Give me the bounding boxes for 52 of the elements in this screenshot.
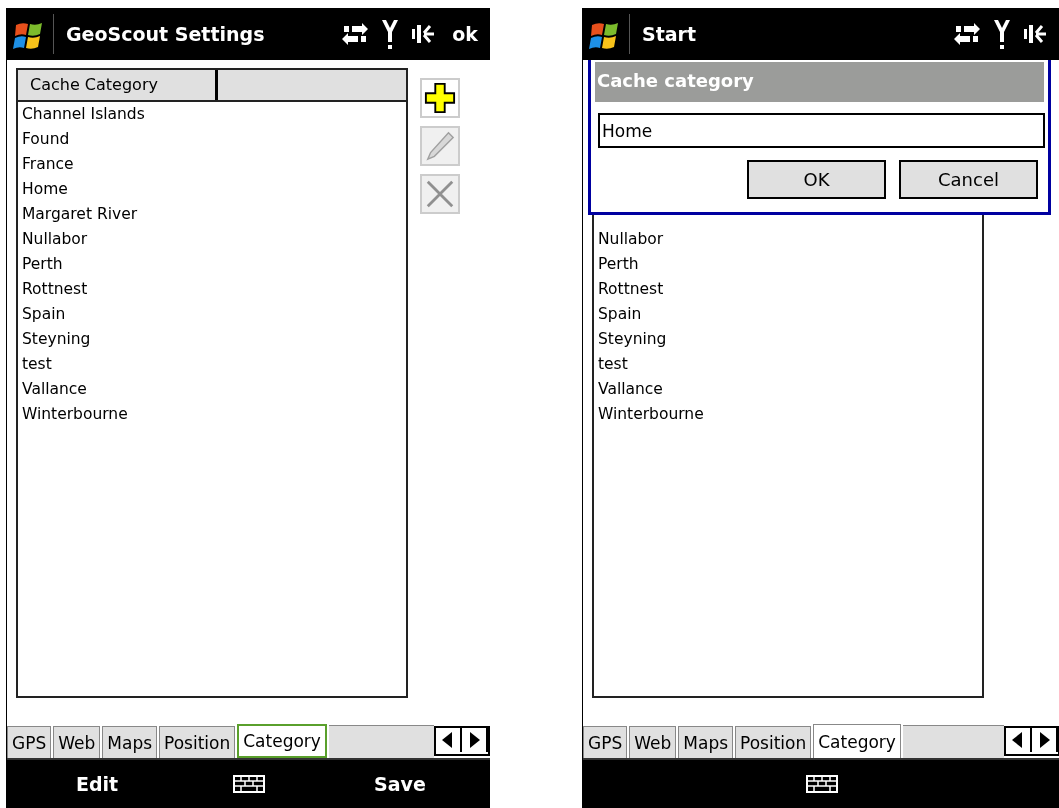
list-item[interactable]: Found bbox=[18, 127, 406, 152]
edit-softkey[interactable]: Edit bbox=[69, 772, 125, 796]
tab[interactable]: GPS bbox=[7, 726, 52, 758]
signal-antenna-icon bbox=[382, 19, 399, 49]
list-item[interactable]: Spain bbox=[594, 302, 982, 327]
plus-icon bbox=[424, 81, 456, 115]
list-item[interactable]: Rottnest bbox=[18, 277, 406, 302]
tab[interactable]: Category bbox=[237, 724, 327, 758]
list-item[interactable]: Nullabor bbox=[594, 227, 982, 252]
keyboard-icon[interactable] bbox=[232, 775, 265, 793]
tab[interactable]: GPS bbox=[583, 726, 628, 758]
sync-arrows-icon bbox=[954, 23, 980, 45]
text-input-field[interactable]: Home bbox=[598, 113, 1045, 148]
list-item[interactable]: Home bbox=[18, 177, 406, 202]
list-item[interactable]: test bbox=[18, 352, 406, 377]
speaker-icon bbox=[412, 22, 435, 46]
list-item[interactable]: Vallance bbox=[594, 377, 982, 402]
list-item[interactable]: France bbox=[18, 152, 406, 177]
list-item[interactable]: Rottnest bbox=[594, 277, 982, 302]
dialog-title: Cache category bbox=[595, 62, 1044, 102]
tab[interactable]: Position bbox=[735, 726, 812, 758]
list-item[interactable]: Winterbourne bbox=[594, 402, 982, 427]
window-title: GeoScout Settings bbox=[53, 14, 343, 54]
tab[interactable]: Maps bbox=[102, 726, 158, 758]
dialog-button[interactable]: OK bbox=[747, 160, 886, 199]
tab[interactable]: Position bbox=[159, 726, 236, 758]
signal-antenna-icon bbox=[994, 19, 1010, 49]
list-item[interactable]: Perth bbox=[594, 252, 982, 277]
list-item[interactable]: Channel Islands bbox=[18, 102, 406, 127]
ok-button[interactable]: ok bbox=[448, 23, 490, 45]
list-item[interactable]: test bbox=[594, 352, 982, 377]
list-item[interactable]: Perth bbox=[18, 252, 406, 277]
pencil-icon bbox=[424, 129, 456, 163]
tab[interactable]: Web bbox=[53, 726, 101, 758]
column-header[interactable]: Cache Category bbox=[18, 70, 218, 100]
list-item[interactable]: Nullabor bbox=[18, 227, 406, 252]
sync-arrows-icon bbox=[342, 23, 369, 45]
list-item[interactable]: Steyning bbox=[18, 327, 406, 352]
list-item[interactable]: Winterbourne bbox=[18, 402, 406, 427]
tab[interactable]: Web bbox=[629, 726, 677, 758]
list-item[interactable]: Steyning bbox=[594, 327, 982, 352]
speaker-icon bbox=[1024, 22, 1046, 46]
save-softkey[interactable]: Save bbox=[368, 772, 432, 796]
window-title: Start bbox=[629, 14, 954, 54]
keyboard-icon[interactable] bbox=[805, 775, 838, 793]
tab[interactable]: Category bbox=[813, 724, 901, 758]
list-item[interactable]: Spain bbox=[18, 302, 406, 327]
add-button[interactable] bbox=[420, 78, 460, 118]
list-item[interactable]: Vallance bbox=[18, 377, 406, 402]
list-item[interactable]: Margaret River bbox=[18, 202, 406, 227]
dialog-button[interactable]: Cancel bbox=[899, 160, 1038, 199]
tab[interactable]: Maps bbox=[678, 726, 734, 758]
